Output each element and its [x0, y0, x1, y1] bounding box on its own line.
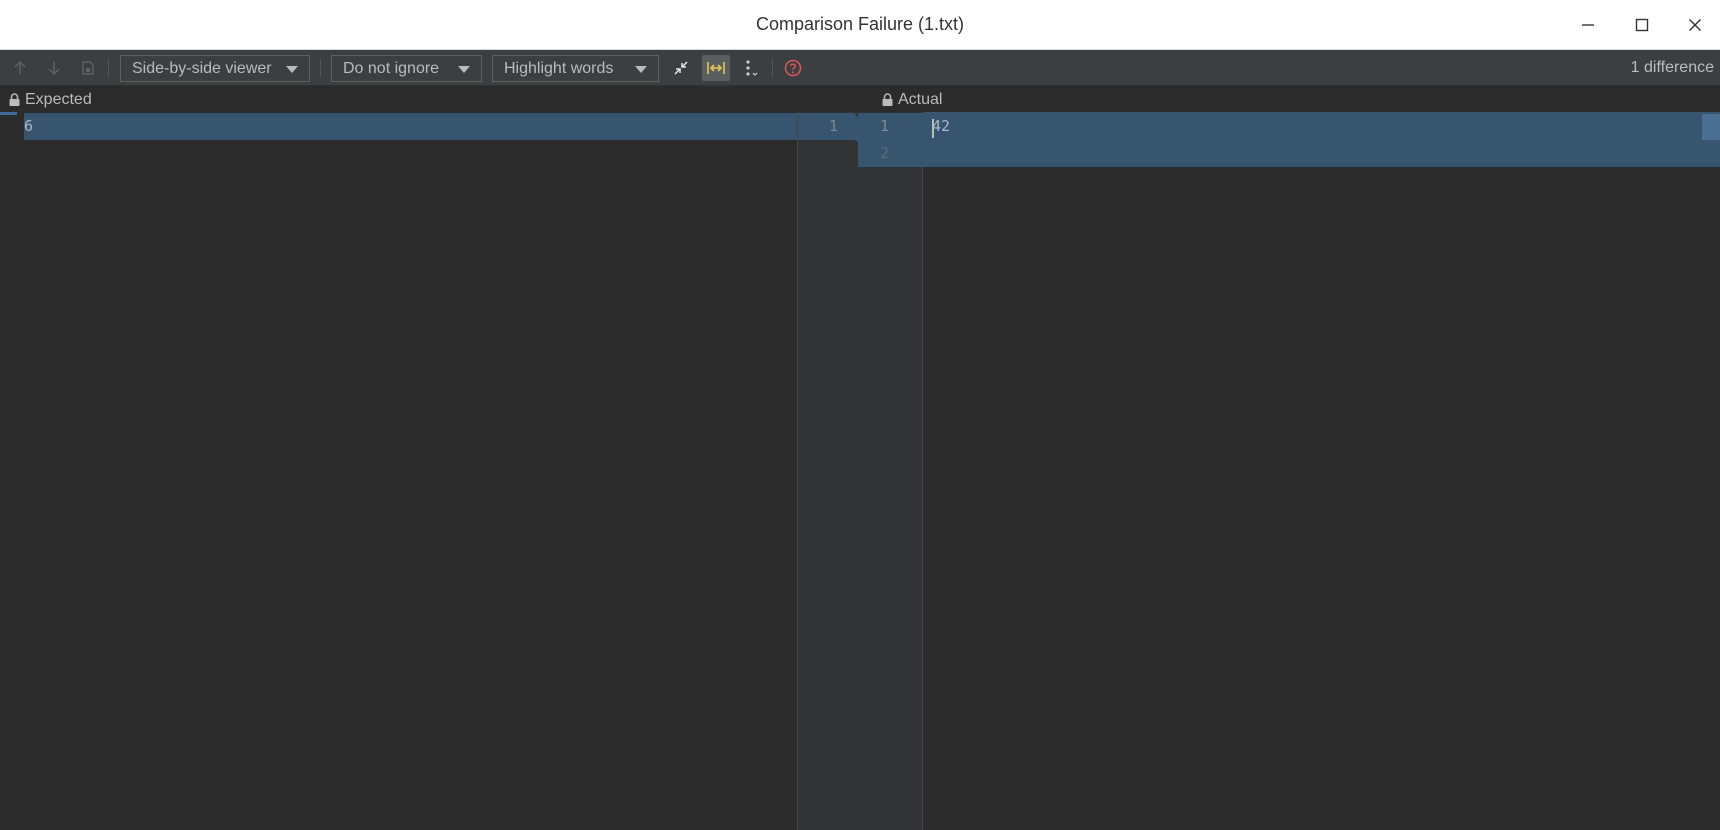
close-icon — [1689, 19, 1701, 31]
actual-label: Actual — [898, 90, 943, 108]
synchronize-scrolling-icon — [707, 62, 725, 74]
maximize-button[interactable] — [1626, 10, 1658, 40]
edit-source-icon — [82, 61, 94, 75]
arrow-down-icon — [48, 62, 60, 76]
highlight-mode-label: Highlight words — [504, 59, 614, 77]
chevron-down-icon — [286, 66, 298, 73]
toolbar-separator — [108, 59, 109, 77]
diff-gutter: 1 1 2 — [797, 112, 924, 830]
viewer-dropdown-label: Side-by-side viewer — [132, 59, 272, 77]
help-button[interactable] — [781, 56, 805, 80]
collapse-unchanged-icon — [674, 61, 688, 75]
actual-pane-header: Actual — [882, 87, 942, 112]
change-marker — [0, 112, 17, 115]
chevron-down-icon — [635, 66, 647, 73]
window-titlebar: Comparison Failure (1.txt) — [0, 0, 1720, 50]
viewer-dropdown[interactable]: Side-by-side viewer — [120, 55, 310, 82]
chevron-down-icon — [458, 66, 470, 73]
more-options-button[interactable] — [739, 56, 763, 80]
expected-pane-header: Expected — [9, 87, 92, 112]
diff-toolbar: Side-by-side viewer Do not ignore Highli… — [0, 50, 1720, 86]
lock-icon — [9, 93, 20, 106]
expected-label: Expected — [25, 90, 92, 108]
arrow-up-icon — [14, 60, 26, 74]
diff-editor-area: 6 1 1 2 42 — [0, 112, 1720, 830]
actual-changed-block[interactable] — [924, 112, 1720, 167]
previous-difference-button[interactable] — [8, 56, 32, 80]
more-options-icon — [746, 60, 758, 76]
change-connector — [798, 113, 924, 167]
minimize-button[interactable] — [1572, 10, 1604, 40]
close-button[interactable] — [1679, 10, 1711, 40]
toolbar-separator — [772, 59, 773, 77]
highlight-mode-dropdown[interactable]: Highlight words — [492, 55, 659, 82]
actual-line-number: 2 — [880, 144, 890, 162]
collapse-unchanged-button[interactable] — [669, 56, 693, 80]
actual-line-number: 1 — [880, 117, 890, 135]
ignore-whitespace-label: Do not ignore — [343, 59, 440, 77]
ignore-whitespace-dropdown[interactable]: Do not ignore — [331, 55, 482, 82]
actual-line-1[interactable]: 42 — [932, 117, 950, 135]
help-icon — [784, 59, 802, 77]
minimize-icon — [1582, 24, 1594, 26]
expected-line-number: 1 — [829, 117, 839, 135]
difference-count: 1 difference — [1630, 59, 1714, 76]
scrollbar-change-marker[interactable] — [1702, 114, 1720, 140]
next-difference-button[interactable] — [42, 56, 66, 80]
synchronize-scrolling-button[interactable] — [702, 55, 730, 81]
lock-icon — [882, 93, 893, 106]
window-title: Comparison Failure (1.txt) — [755, 14, 965, 34]
maximize-icon — [1635, 18, 1649, 32]
text-caret — [932, 119, 934, 138]
edit-source-button[interactable] — [76, 56, 100, 80]
toolbar-separator — [320, 59, 321, 77]
expected-line-1[interactable]: 6 — [24, 117, 33, 135]
expected-changed-line[interactable] — [24, 113, 800, 140]
